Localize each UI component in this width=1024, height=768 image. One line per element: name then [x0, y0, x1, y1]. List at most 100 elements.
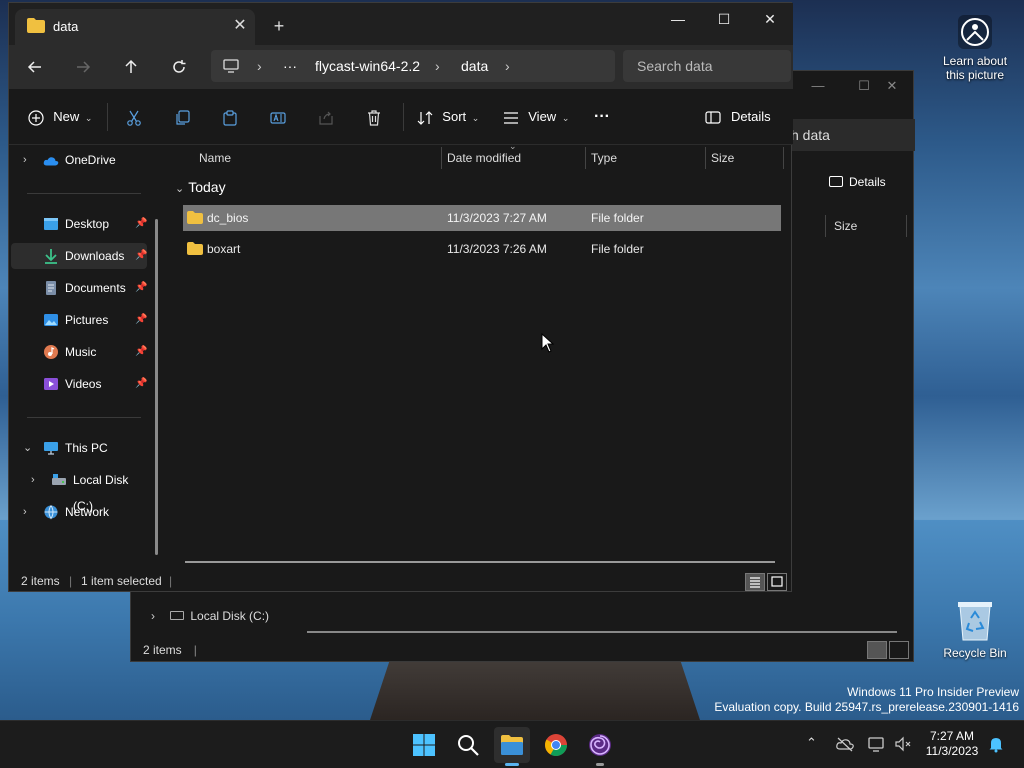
details-pane-button[interactable]: Details: [703, 104, 773, 130]
sidebar-label: This PC: [65, 441, 108, 455]
sort-button[interactable]: Sort ⌄: [415, 104, 481, 130]
bg-chevron-right-icon: ›: [151, 609, 155, 623]
group-header-today[interactable]: ⌄ Today: [175, 179, 226, 195]
onedrive-tray-icon[interactable]: [836, 736, 854, 752]
breadcrumb-chevron-icon[interactable]: ›: [505, 58, 510, 74]
sort-label: Sort: [442, 109, 467, 124]
chevron-down-icon: ⌄: [23, 442, 33, 454]
sidebar-item-documents[interactable]: Documents 📌: [11, 275, 147, 301]
breadcrumb-data[interactable]: data: [461, 58, 488, 74]
file-explorer-taskbar-button[interactable]: [494, 727, 530, 766]
tor-browser-taskbar-button[interactable]: [582, 727, 618, 766]
refresh-button[interactable]: [165, 53, 193, 81]
new-tab-button[interactable]: +: [267, 15, 291, 37]
pin-icon: 📌: [135, 378, 148, 389]
sidebar-item-music[interactable]: Music 📌: [11, 339, 147, 365]
forward-button[interactable]: [69, 53, 97, 81]
close-button[interactable]: ✕: [747, 5, 793, 33]
address-bar[interactable]: › ··· flycast-win64-2.2 › data ›: [211, 50, 615, 82]
recycle-bin-label: Recycle Bin: [943, 646, 1007, 660]
breadcrumb-ellipsis-button[interactable]: ···: [283, 58, 297, 74]
spiral-app-icon: [589, 734, 611, 756]
paste-button[interactable]: [217, 104, 243, 130]
sidebar-item-pictures[interactable]: Pictures 📌: [11, 307, 147, 333]
minimize-button[interactable]: —: [655, 5, 701, 33]
column-header-size[interactable]: Size: [703, 145, 781, 171]
delete-button[interactable]: [361, 104, 387, 130]
learn-about-picture-icon[interactable]: Learn about this picture: [935, 14, 1015, 82]
table-row[interactable]: boxart 11/3/2023 7:26 AM File folder: [183, 236, 781, 262]
network-tray-icon[interactable]: [868, 735, 886, 753]
start-button[interactable]: [406, 727, 442, 763]
bg-search-box[interactable]: h data: [791, 119, 915, 151]
status-divider: |: [169, 574, 173, 588]
file-explorer-window[interactable]: data ✕ + — ☐ ✕ › ··· flycast-win64-2.2 ›…: [8, 2, 793, 592]
pin-icon: 📌: [135, 314, 148, 325]
sidebar-item-downloads[interactable]: Downloads 📌: [11, 243, 147, 269]
view-button[interactable]: View ⌄: [501, 104, 571, 130]
breadcrumb-flycast[interactable]: flycast-win64-2.2: [315, 58, 420, 74]
horizontal-scrollbar[interactable]: [185, 561, 775, 563]
sidebar-scrollbar[interactable]: [155, 219, 158, 555]
notification-bell-icon[interactable]: [988, 735, 1004, 753]
search-input[interactable]: [623, 50, 791, 82]
bg-horizontal-scrollbar[interactable]: [307, 631, 897, 633]
arrow-left-icon: [27, 61, 41, 73]
sidebar-item-network[interactable]: › Network: [11, 499, 147, 525]
chrome-taskbar-button[interactable]: [538, 727, 574, 763]
watermark-line-1: Windows 11 Pro Insider Preview: [847, 685, 1019, 699]
command-bar: New ⌄ Sort ⌄ View ⌄ ··· Details: [9, 89, 793, 145]
rename-button[interactable]: [265, 104, 291, 130]
new-button[interactable]: New ⌄: [27, 104, 93, 130]
bg-details-view-button[interactable]: [867, 641, 887, 659]
search-icon: [458, 735, 479, 756]
toolbar-separator: [403, 103, 404, 131]
search-box[interactable]: [623, 50, 791, 82]
copy-button[interactable]: [169, 104, 195, 130]
sidebar-item-desktop[interactable]: Desktop 📌: [11, 211, 147, 237]
volume-muted-icon[interactable]: [894, 735, 912, 753]
back-button[interactable]: [21, 53, 49, 81]
sort-indicator-icon: ⌄: [509, 141, 517, 151]
toolbar-separator: [107, 103, 108, 131]
column-header-name[interactable]: Name: [191, 145, 441, 171]
bg-close-button[interactable]: ✕: [869, 75, 915, 97]
recycle-bin-icon[interactable]: Recycle Bin: [935, 598, 1015, 660]
sidebar-item-this-pc[interactable]: ⌄ This PC: [11, 435, 147, 461]
chevron-down-icon: ⌄: [175, 183, 185, 195]
rename-icon: [270, 111, 286, 124]
file-type: File folder: [591, 242, 644, 256]
chevron-down-icon: ⌄: [471, 113, 480, 123]
maximize-button[interactable]: ☐: [701, 5, 747, 33]
chevron-up-icon[interactable]: ⌃: [806, 735, 817, 751]
search-taskbar-button[interactable]: [450, 727, 486, 763]
cut-button[interactable]: [121, 104, 147, 130]
sidebar-item-onedrive[interactable]: › OneDrive: [11, 147, 147, 173]
tab-data[interactable]: data ✕: [15, 9, 255, 45]
column-separator[interactable]: [783, 147, 784, 169]
more-options-button[interactable]: ···: [587, 104, 617, 130]
sidebar-item-local-disk[interactable]: › Local Disk (C:): [11, 467, 147, 513]
table-row[interactable]: dc_bios 11/3/2023 7:27 AM File folder: [183, 205, 781, 231]
download-icon: [45, 249, 57, 264]
file-name: dc_bios: [207, 211, 249, 225]
pin-icon: 📌: [135, 250, 148, 261]
column-header-type[interactable]: Type: [583, 145, 703, 171]
details-view-button[interactable]: [745, 573, 765, 591]
bg-minimize-button[interactable]: —: [795, 75, 841, 97]
pin-icon: 📌: [135, 346, 148, 357]
sidebar-item-videos[interactable]: Videos 📌: [11, 371, 147, 397]
bg-details-button[interactable]: Details: [829, 175, 886, 189]
share-icon: [319, 111, 333, 125]
system-clock[interactable]: 7:27 AM 11/3/2023: [920, 729, 984, 759]
bg-sidebar-local-disk[interactable]: › Local Disk (C:): [151, 609, 269, 623]
bg-size-column-header[interactable]: Size: [825, 215, 907, 237]
tab-close-button[interactable]: ✕: [229, 15, 251, 37]
details-label: Details: [730, 109, 771, 124]
bg-tiles-view-button[interactable]: [889, 641, 909, 659]
up-button[interactable]: [117, 53, 145, 81]
view-label: View: [528, 109, 557, 124]
details-pane-icon: [705, 111, 721, 124]
tiles-view-button[interactable]: [767, 573, 787, 591]
share-button[interactable]: [313, 104, 339, 130]
